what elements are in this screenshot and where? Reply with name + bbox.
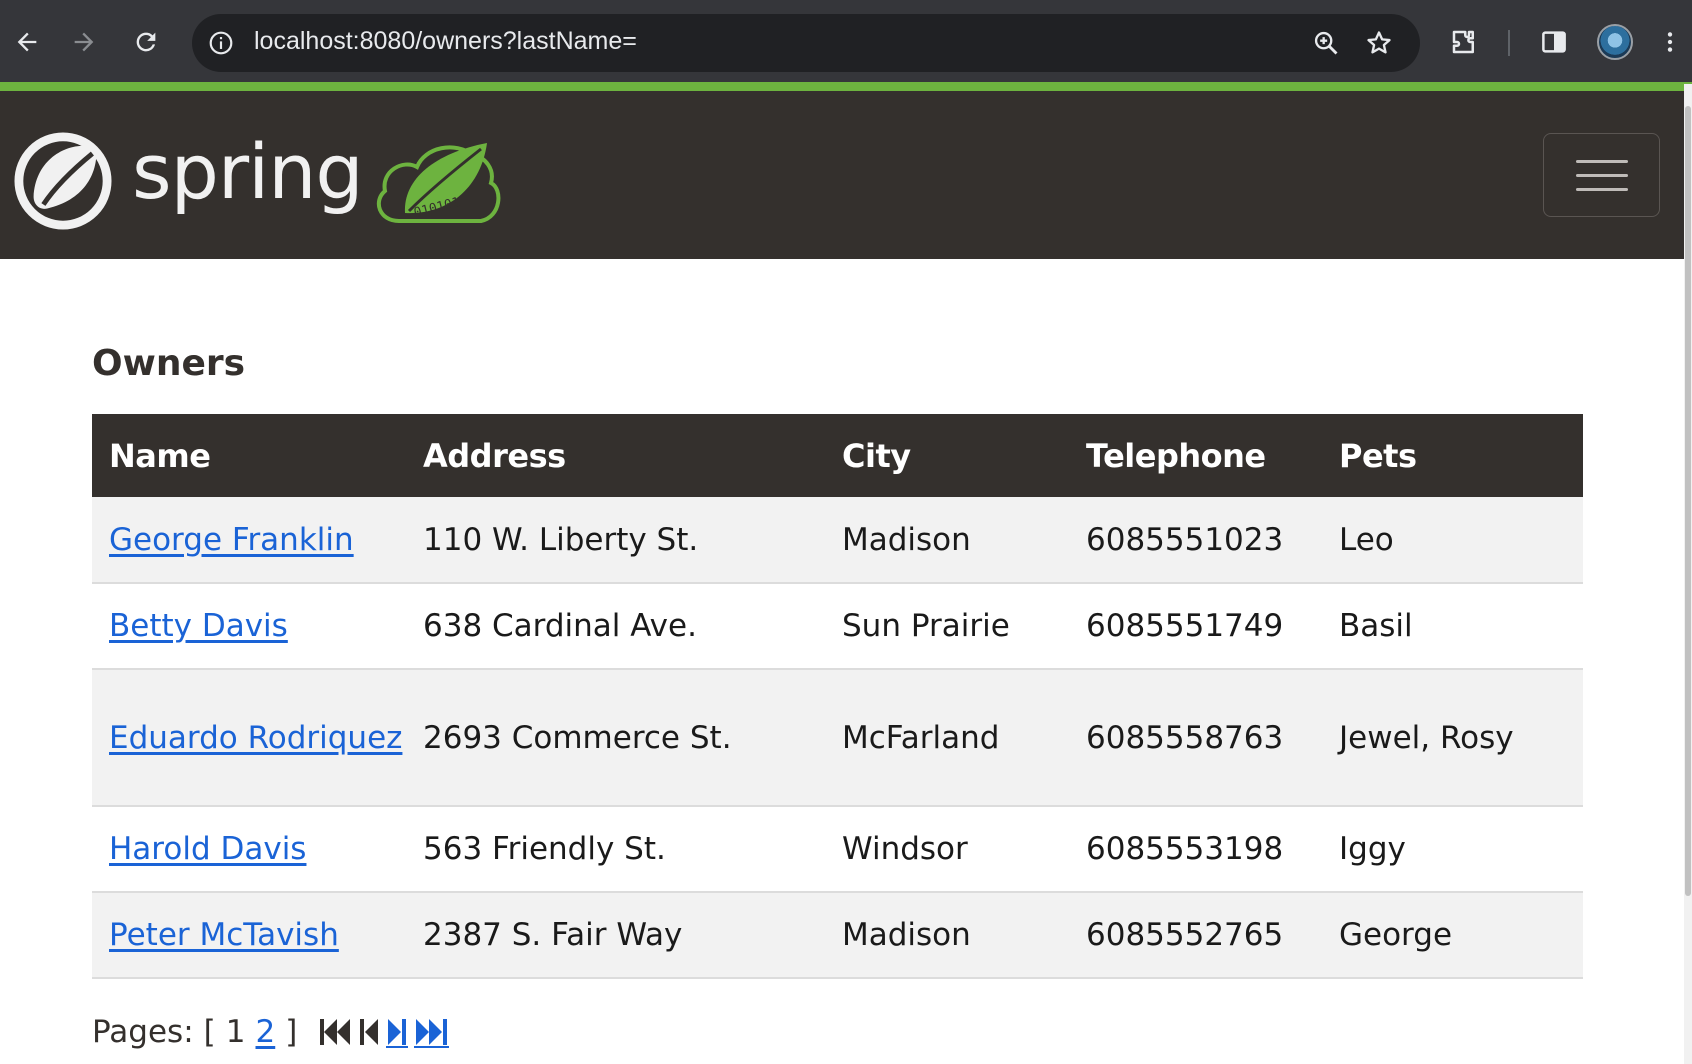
puzzle-icon[interactable] — [1444, 22, 1484, 62]
owner-city-cell: Windsor — [825, 806, 1069, 893]
owners-table: Name Address City Telephone Pets George … — [92, 414, 1583, 979]
reload-icon[interactable] — [124, 20, 168, 64]
brand-wordmark: spring — [132, 127, 364, 216]
table-row: George Franklin 110 W. Liberty St. Madis… — [92, 497, 1583, 584]
spring-boot-leaf-icon: 010101 — [376, 143, 500, 223]
owner-telephone-cell: 6085551749 — [1069, 583, 1322, 670]
owner-telephone-cell: 6085553198 — [1069, 806, 1322, 893]
owner-telephone-cell: 6085551023 — [1069, 497, 1322, 584]
side-panel-icon[interactable] — [1534, 22, 1574, 62]
info-icon[interactable] — [206, 28, 236, 58]
table-row: Eduardo Rodriquez 2693 Commerce St. McFa… — [92, 669, 1583, 807]
scrollbar-thumb[interactable] — [1685, 106, 1691, 896]
owner-pets-cell: Leo — [1322, 497, 1583, 584]
browser-toolbar: localhost:8080/owners?lastName= — [0, 0, 1692, 84]
column-header-city: City — [842, 436, 911, 475]
spring-logo[interactable]: spring 010101 — [14, 131, 505, 231]
hamburger-line — [1575, 159, 1628, 163]
page-scrollbar[interactable] — [1684, 84, 1692, 1064]
owner-name-cell: Peter McTavish — [92, 892, 406, 979]
star-icon[interactable] — [1362, 26, 1396, 60]
owner-link[interactable]: Eduardo Rodriquez — [109, 720, 402, 756]
column-header-name: Name — [109, 436, 211, 475]
toolbar-divider — [1508, 30, 1510, 56]
owner-name-cell: George Franklin — [92, 497, 406, 584]
navbar-toggler-button[interactable] — [1543, 133, 1660, 217]
column-header-pets: Pets — [1339, 436, 1417, 475]
owner-pets-cell: George — [1322, 892, 1583, 979]
column-header-address: Address — [423, 436, 566, 475]
hamburger-line — [1575, 187, 1628, 191]
hamburger-line — [1575, 173, 1628, 177]
owner-city-cell: Madison — [825, 497, 1069, 584]
page-title: Owners — [92, 343, 246, 384]
profile-avatar[interactable] — [1597, 24, 1633, 60]
first-page-icon[interactable] — [319, 1014, 355, 1050]
current-page: 1 — [225, 1014, 246, 1050]
pagination: Pages: [ 1 2 ] — [92, 1014, 451, 1050]
owner-city-cell: Sun Prairie — [825, 583, 1069, 670]
prev-page-icon[interactable] — [359, 1014, 381, 1050]
owner-city-cell: McFarland — [825, 669, 1069, 807]
owner-name-cell: Eduardo Rodriquez — [92, 669, 406, 807]
pages-label: Pages: — [92, 1014, 194, 1050]
table-row: Betty Davis 638 Cardinal Ave. Sun Prairi… — [92, 583, 1583, 670]
page-link-2[interactable]: 2 — [256, 1014, 276, 1050]
owner-address-cell: 563 Friendly St. — [406, 806, 825, 893]
back-icon[interactable] — [5, 20, 49, 64]
owner-link[interactable]: Harold Davis — [109, 831, 306, 867]
owner-address-cell: 110 W. Liberty St. — [406, 497, 825, 584]
app-navbar: spring 010101 — [0, 91, 1684, 259]
pages-open-bracket: [ — [203, 1014, 216, 1050]
owner-pets-cell: Basil — [1322, 583, 1583, 670]
owner-link[interactable]: Peter McTavish — [109, 917, 339, 953]
pages-close-bracket: ] — [285, 1014, 298, 1050]
owner-address-cell: 2693 Commerce St. — [406, 669, 825, 807]
owner-telephone-cell: 6085558763 — [1069, 669, 1322, 807]
owner-city-cell: Madison — [825, 892, 1069, 979]
kebab-menu-icon[interactable] — [1655, 22, 1685, 62]
zoom-in-icon[interactable] — [1309, 26, 1343, 60]
owner-name-cell: Betty Davis — [92, 583, 406, 670]
table-header-row: Name Address City Telephone Pets — [92, 414, 1583, 497]
owner-name-cell: Harold Davis — [92, 806, 406, 893]
owner-pets-cell: Iggy — [1322, 806, 1583, 893]
owner-address-cell: 638 Cardinal Ave. — [406, 583, 825, 670]
table-row: Peter McTavish 2387 S. Fair Way Madison … — [92, 892, 1583, 979]
brand-accent-strip — [0, 82, 1692, 91]
spring-circle-leaf-icon — [14, 132, 112, 230]
next-page-icon[interactable] — [385, 1014, 409, 1050]
last-page-icon[interactable] — [413, 1014, 451, 1050]
address-bar[interactable]: localhost:8080/owners?lastName= — [192, 14, 1420, 72]
owner-link[interactable]: Betty Davis — [109, 608, 288, 644]
owner-telephone-cell: 6085552765 — [1069, 892, 1322, 979]
forward-icon[interactable] — [62, 20, 106, 64]
owner-link[interactable]: George Franklin — [109, 522, 354, 558]
column-header-telephone: Telephone — [1086, 436, 1266, 475]
url-text[interactable]: localhost:8080/owners?lastName= — [254, 27, 637, 56]
owner-pets-cell: Jewel, Rosy — [1322, 669, 1583, 807]
owner-address-cell: 2387 S. Fair Way — [406, 892, 825, 979]
table-row: Harold Davis 563 Friendly St. Windsor 60… — [92, 806, 1583, 893]
